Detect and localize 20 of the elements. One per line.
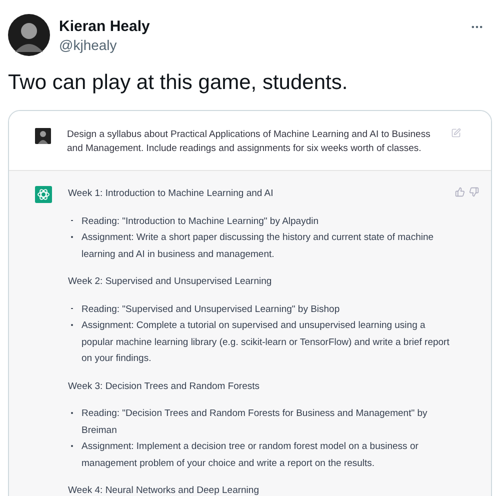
prompt-text: Design a syllabus about Practical Applications of Machine Learning and AI to Business and Management. Include readings and assignments for six weeks worth of classes. (67, 128, 432, 156)
tweet-text: Two can play at this game, students. (7, 70, 349, 96)
author-handle[interactable]: @kjhealy (59, 36, 150, 54)
author-name[interactable]: Kieran Healy (59, 18, 150, 36)
thumbs-up-icon[interactable] (455, 187, 465, 197)
list-item-text: Assignment: Write a short paper discussing the history and current state of machine learning and AI in business and management. (82, 231, 435, 262)
avatar-icon (8, 14, 50, 56)
week-heading: Week 3: Decision Trees and Random Forests (68, 380, 260, 394)
week-heading: Week 1: Introduction to Machine Learning and AI (68, 187, 274, 201)
list-item-text: Reading: "Decision Trees and Random Forests for Business and Management" by Breiman (82, 407, 428, 438)
list-item-text: Reading: "Supervised and Unsupervised Learning" by Bishop (82, 302, 340, 316)
thumbs-down-icon[interactable] (469, 187, 479, 197)
assistant-logo-icon (35, 186, 52, 203)
edit-icon[interactable] (451, 128, 461, 138)
user-avatar-icon (35, 128, 51, 144)
week-heading: Week 4: Neural Networks and Deep Learning (68, 484, 260, 496)
list-item-text: Reading: "Introduction to Machine Learning" by Alpaydin (82, 214, 319, 228)
week-heading: Week 2: Supervised and Unsupervised Learning (68, 275, 273, 289)
list-item-text: Assignment: Complete a tutorial on supervised and unsupervised learning using a popular machine learning library (e.g. scikit-learn or TensorFlow) and write a brief report on your findings. (82, 319, 450, 366)
list-item-text: Assignment: Implement a decision tree or random forest model on a business or management problem of your choice and write a report on the results. (82, 440, 420, 470)
